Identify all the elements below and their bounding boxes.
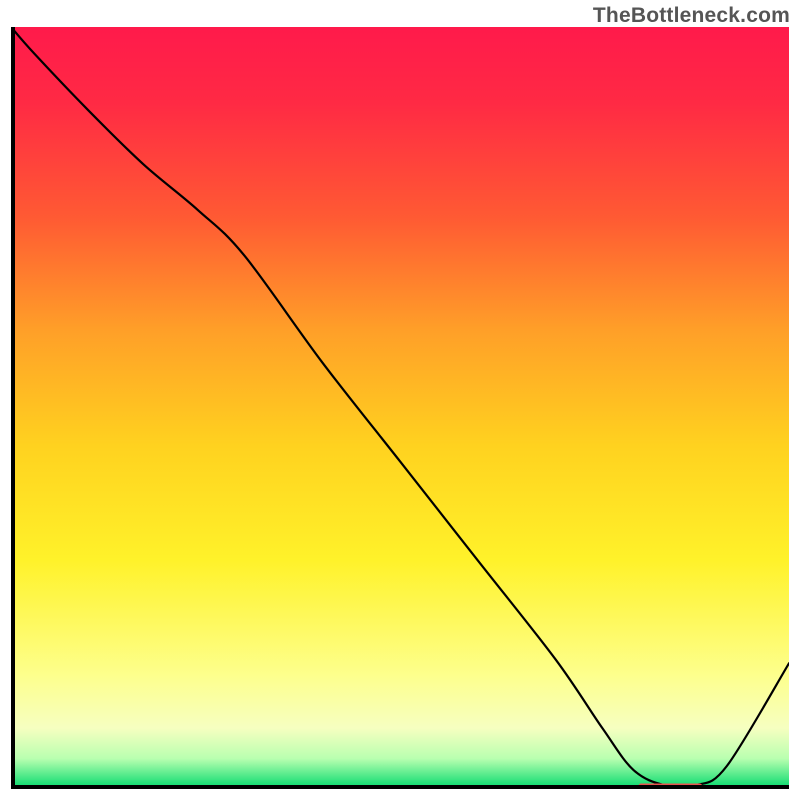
attribution-text: TheBottleneck.com: [593, 4, 790, 28]
plot-frame: [11, 27, 789, 789]
gradient-background: [11, 27, 789, 789]
plot-svg: [11, 27, 789, 789]
chart-page: TheBottleneck.com: [0, 0, 800, 800]
